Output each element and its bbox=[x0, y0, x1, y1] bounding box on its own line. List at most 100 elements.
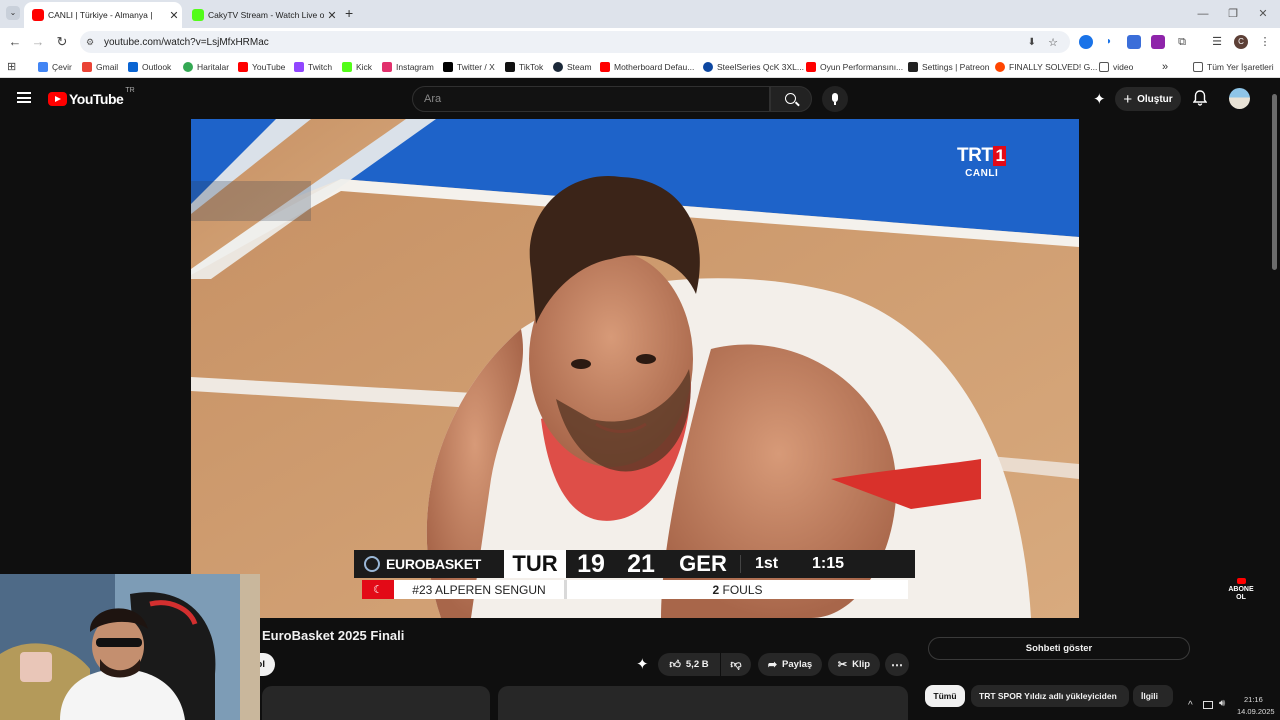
more-actions-button[interactable]: ⋯ bbox=[885, 653, 909, 676]
like-button[interactable]: 👍︎ 5,2 B bbox=[658, 653, 720, 676]
close-tab-icon[interactable]: ✕ bbox=[166, 9, 182, 22]
bookmark-kick[interactable]: Kick bbox=[342, 60, 372, 74]
apps-grid-icon[interactable]: ⊞ bbox=[7, 60, 16, 73]
back-icon[interactable]: ← bbox=[6, 33, 24, 51]
bookmark-steelseries[interactable]: SteelSeries QcK 3XL... bbox=[703, 60, 804, 74]
chrome-menu-icon[interactable]: ⋮ bbox=[1258, 35, 1272, 49]
search-input[interactable]: Ara bbox=[412, 86, 770, 112]
extensions-puzzle-icon[interactable]: ⧉ bbox=[1175, 35, 1189, 49]
region-code: TR bbox=[125, 87, 135, 94]
all-bookmarks-folder[interactable]: Tüm Yer İşaretleri bbox=[1193, 60, 1274, 74]
kick-icon bbox=[192, 9, 204, 21]
fouls-label: FOULS bbox=[722, 582, 763, 597]
clock-date[interactable]: 14.09.2025 bbox=[1237, 707, 1275, 716]
away-team-code: GER bbox=[679, 551, 727, 576]
clip-button[interactable]: ✂ Klip bbox=[828, 653, 880, 676]
menu-icon[interactable] bbox=[17, 92, 31, 103]
reload-icon[interactable]: ↻ bbox=[53, 33, 71, 51]
youtube-logo-text: YouTube bbox=[69, 91, 124, 107]
address-bar[interactable]: ⚙ youtube.com/watch?v=LsjMfxHRMac ⬇ ☆ bbox=[80, 31, 1070, 53]
bookmark-patreon[interactable]: Settings | Patreon bbox=[908, 60, 989, 74]
create-button[interactable]: + Oluştur bbox=[1115, 87, 1181, 111]
restore-icon[interactable]: ❐ bbox=[1218, 4, 1248, 24]
site-info-icon[interactable]: ⚙ bbox=[86, 37, 102, 48]
profile-avatar[interactable]: C bbox=[1234, 35, 1248, 49]
voice-search-button[interactable] bbox=[822, 86, 848, 112]
bookmark-haritalar[interactable]: Haritalar bbox=[183, 60, 229, 74]
bookmark-finally-solved[interactable]: FINALLY SOLVED! G... bbox=[995, 60, 1097, 74]
share-button[interactable]: ➦ Paylaş bbox=[758, 653, 822, 676]
clock-time[interactable]: 21:16 bbox=[1244, 695, 1263, 704]
youtube-icon bbox=[238, 62, 248, 72]
reading-list-icon[interactable]: ☰ bbox=[1210, 35, 1224, 49]
bookmarks-overflow-button[interactable]: » bbox=[1162, 60, 1168, 74]
bookmark-outlook[interactable]: Outlook bbox=[128, 60, 171, 74]
tray-expand-icon[interactable]: ^ bbox=[1188, 700, 1193, 711]
video-title: EuroBasket 2025 Finali bbox=[262, 628, 405, 643]
close-tab-icon[interactable]: ✕ bbox=[324, 9, 340, 22]
minimize-icon[interactable]: — bbox=[1188, 4, 1218, 24]
dislike-button[interactable]: 👎︎ bbox=[721, 653, 751, 676]
account-avatar[interactable] bbox=[1229, 88, 1250, 109]
studio-sparkle-icon[interactable]: ✦ bbox=[1093, 90, 1106, 108]
subscribe-watermark[interactable]: ABONE OL bbox=[1225, 578, 1257, 602]
bookmark-gmail[interactable]: Gmail bbox=[82, 60, 118, 74]
system-tray: ^ 🔊︎ 21:16 14.09.2025 bbox=[1180, 690, 1280, 720]
page-scrollbar[interactable] bbox=[1270, 88, 1278, 720]
scoreboard-overlay: EUROBASKET TUR 19 21 GER 1st 1:15 bbox=[354, 550, 915, 578]
bookmark-tiktok[interactable]: TikTok bbox=[505, 60, 543, 74]
x-icon bbox=[443, 62, 453, 72]
bookmark-youtube[interactable]: YouTube bbox=[238, 60, 285, 74]
video-player[interactable]: TRT 1 CANLI EUROBASKET TUR 19 21 GER 1st… bbox=[191, 119, 1079, 618]
filter-chip-all[interactable]: Tümü bbox=[925, 685, 965, 707]
volume-icon[interactable]: 🔊︎ bbox=[1219, 698, 1225, 709]
fouls-text: 2 FOULS bbox=[567, 583, 908, 597]
tab-title: CANLI | Türkiye - Almanya | bbox=[48, 10, 153, 20]
forward-icon[interactable]: → bbox=[29, 33, 47, 51]
filter-chip-related[interactable]: İlgili bbox=[1133, 685, 1173, 707]
scissors-icon: ✂ bbox=[837, 659, 848, 671]
install-app-icon[interactable]: ⬇ bbox=[1028, 37, 1036, 48]
description-box-partial bbox=[262, 686, 490, 720]
tab-active[interactable]: CANLI | Türkiye - Almanya | ✕ bbox=[24, 2, 182, 28]
video-frame-image bbox=[191, 119, 1079, 618]
bookmark-twitter[interactable]: Twitter / X bbox=[443, 60, 495, 74]
bookmark-steam[interactable]: Steam bbox=[553, 60, 592, 74]
kick-icon bbox=[342, 62, 352, 72]
steam-icon bbox=[553, 62, 563, 72]
tab-search-button[interactable]: ⌄ bbox=[6, 6, 20, 20]
share-icon: ➦ bbox=[767, 659, 778, 671]
folder-icon bbox=[1193, 62, 1203, 72]
bookmark-motherboard[interactable]: Motherboard Defau... bbox=[600, 60, 694, 74]
bookmark-video-folder[interactable]: video bbox=[1099, 60, 1133, 74]
extension-icon[interactable] bbox=[1079, 35, 1093, 49]
new-tab-button[interactable]: + bbox=[345, 5, 353, 21]
network-icon[interactable] bbox=[1203, 701, 1213, 709]
extension-icon[interactable] bbox=[1151, 35, 1165, 49]
youtube-logo[interactable]: YouTube TR bbox=[48, 87, 135, 107]
folder-icon bbox=[1099, 62, 1109, 72]
browser-tab-strip: ⌄ CANLI | Türkiye - Almanya | ✕ CakyTV S… bbox=[0, 0, 1280, 28]
youtube-header: YouTube TR Ara ✦ + Oluştur bbox=[0, 80, 1280, 118]
filter-chip-uploader[interactable]: TRT SPOR Yıldız adlı yükleyiciden bbox=[971, 685, 1129, 707]
bookmark-cevir[interactable]: Çevir bbox=[38, 60, 72, 74]
bookmark-twitch[interactable]: Twitch bbox=[294, 60, 332, 74]
search-button[interactable] bbox=[770, 86, 812, 112]
thumbs-up-icon: 👍︎ bbox=[669, 659, 681, 671]
game-period: 1st bbox=[740, 555, 792, 573]
bookmarks-bar: ⊞ Çevir Gmail Outlook Haritalar YouTube … bbox=[0, 56, 1280, 78]
fouls-count: 2 bbox=[712, 582, 720, 597]
bookmark-oyun[interactable]: Oyun Performansını... bbox=[806, 60, 903, 74]
tab-inactive[interactable]: CakyTV Stream - Watch Live or ✕ bbox=[184, 2, 340, 28]
extension-icon[interactable]: ◗ bbox=[1102, 35, 1116, 49]
bookmark-instagram[interactable]: Instagram bbox=[382, 60, 434, 74]
twitch-icon bbox=[294, 62, 304, 72]
close-window-icon[interactable]: ✕ bbox=[1248, 4, 1278, 24]
extension-icon[interactable] bbox=[1127, 35, 1141, 49]
bookmark-star-icon[interactable]: ☆ bbox=[1048, 36, 1058, 49]
home-team-block: TUR bbox=[504, 550, 566, 578]
notifications-bell-icon[interactable] bbox=[1192, 90, 1208, 106]
tab-title: CakyTV Stream - Watch Live or bbox=[208, 10, 324, 20]
show-chat-button[interactable]: Sohbeti göster bbox=[928, 637, 1190, 660]
sparkle-icon[interactable]: ✦ bbox=[636, 655, 649, 673]
